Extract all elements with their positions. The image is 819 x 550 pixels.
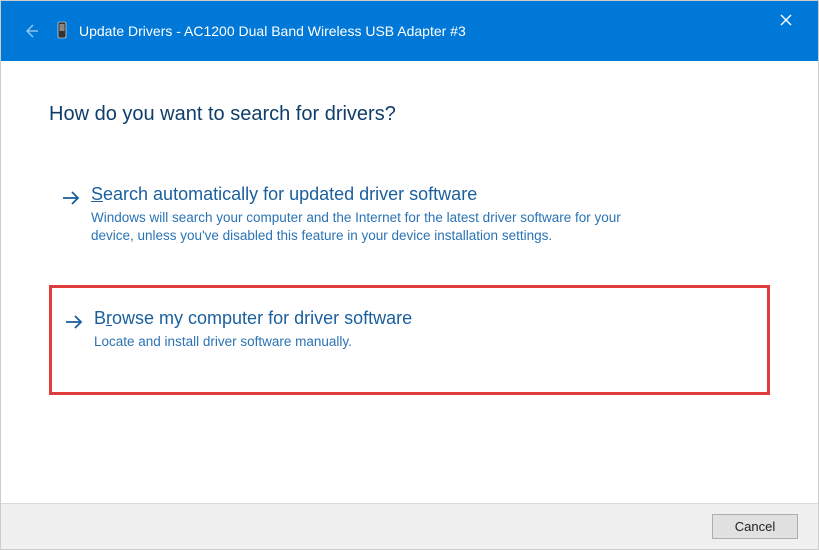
- option-body: Search automatically for updated driver …: [91, 184, 754, 245]
- option-title: Search automatically for updated driver …: [91, 184, 754, 205]
- option-title: Browse my computer for driver software: [94, 308, 751, 329]
- option-description: Locate and install driver software manua…: [94, 333, 654, 351]
- close-icon: [780, 14, 792, 26]
- titlebar: Update Drivers - AC1200 Dual Band Wirele…: [1, 1, 818, 61]
- arrow-right-icon: [62, 310, 86, 334]
- arrow-right-icon: [59, 186, 83, 210]
- option-body: Browse my computer for driver software L…: [94, 308, 751, 351]
- back-arrow-icon: [22, 22, 40, 40]
- option-description: Windows will search your computer and th…: [91, 209, 651, 245]
- page-heading: How do you want to search for drivers?: [49, 103, 770, 126]
- option-search-automatically[interactable]: Search automatically for updated driver …: [49, 170, 770, 261]
- option-browse-computer[interactable]: Browse my computer for driver software L…: [49, 285, 770, 394]
- close-button[interactable]: [768, 7, 804, 33]
- window-title: Update Drivers - AC1200 Dual Band Wirele…: [79, 23, 466, 39]
- footer: Cancel: [1, 503, 818, 549]
- content-area: How do you want to search for drivers? S…: [1, 61, 818, 503]
- device-icon: [53, 20, 71, 42]
- back-button[interactable]: [19, 19, 43, 43]
- cancel-button[interactable]: Cancel: [712, 514, 798, 539]
